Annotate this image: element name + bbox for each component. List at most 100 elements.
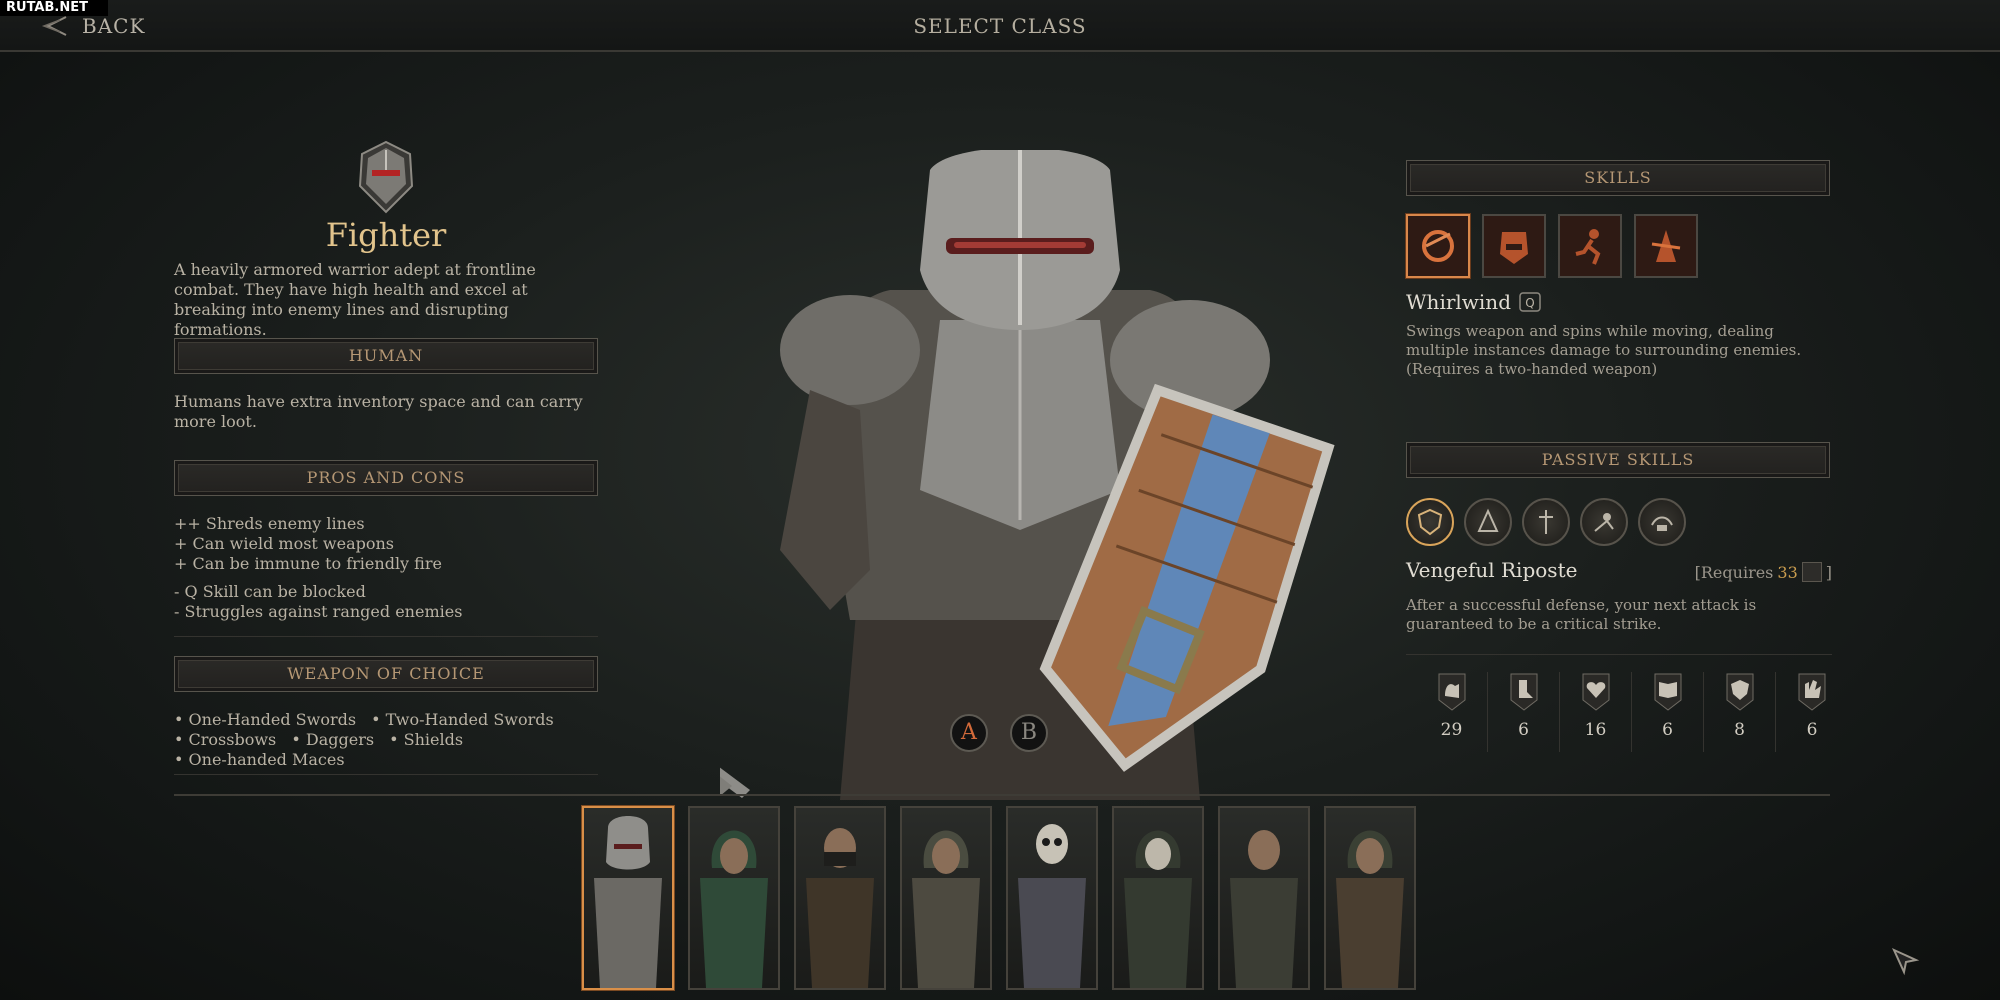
race-description: Humans have extra inventory space and ca… (174, 392, 583, 431)
class-card-fighter[interactable] (582, 806, 674, 990)
barbarian-portrait-icon (1230, 830, 1298, 988)
second-wind-skill-button[interactable] (1634, 214, 1698, 278)
vengeful-riposte-button[interactable] (1406, 498, 1454, 546)
passive-skill-3-button[interactable] (1522, 498, 1570, 546)
passive-skills-heading: PASSIVE SKILLS (1406, 442, 1830, 478)
strength-icon (1438, 673, 1465, 711)
class-name: Fighter (325, 216, 447, 254)
divider (174, 636, 598, 637)
whirlwind-skill-icon (1422, 230, 1454, 262)
stat-knowledge: 6 (1632, 672, 1704, 752)
watermark: RUTAB.NET (0, 0, 108, 16)
weapon-heading: WEAPON OF CHOICE (174, 656, 598, 692)
class-card-bard[interactable] (1324, 806, 1416, 990)
class-card-cleric[interactable] (900, 806, 992, 990)
weapon-list: • One-Handed Swords • Two-Handed Swords … (174, 710, 598, 770)
sword-icon (720, 776, 732, 796)
rogue-portrait-icon (806, 828, 874, 988)
stat-dexterity: 6 (1776, 672, 1848, 752)
pro-item: ++ Shreds enemy lines (174, 514, 365, 533)
passive-description: After a successful defense, your next at… (1406, 596, 1757, 633)
requires-label: [Requires (1694, 562, 1774, 582)
passive-3-icon (1539, 510, 1553, 534)
stat-value: 29 (1440, 720, 1463, 740)
top-bar: BACK SELECT CLASS (0, 0, 2000, 52)
passive-skill-list (1406, 498, 1686, 546)
stat-strength: 29 (1416, 672, 1488, 752)
weapon-item: • Crossbows (174, 730, 277, 749)
con-item: - Struggles against ranged enemies (174, 602, 463, 621)
cleric-portrait-icon (912, 830, 980, 988)
mouse-cursor-icon (1891, 947, 1920, 976)
sprint-skill-button[interactable] (1558, 214, 1622, 278)
skull-hood-portrait-icon (1124, 830, 1192, 988)
dexterity-icon (1798, 673, 1826, 711)
stats-list: 29 6 16 6 8 6 (1416, 672, 1848, 752)
weapon-item: • Two-Handed Swords (371, 710, 554, 729)
requires-value: 33 (1777, 562, 1798, 582)
skill-name-text: Whirlwind (1406, 290, 1511, 314)
passive-2-icon (1477, 508, 1499, 532)
vengeful-riposte-icon (1417, 508, 1443, 536)
skills-heading: SKILLS (1406, 160, 1830, 196)
battle-cry-skill-icon (1500, 232, 1528, 264)
page-title: SELECT CLASS (913, 14, 1087, 38)
class-card-wizard[interactable] (1006, 806, 1098, 990)
b-button[interactable]: B (1010, 714, 1048, 752)
class-card-ranger[interactable] (688, 806, 780, 990)
race-heading: HUMAN (174, 338, 598, 374)
stat-will: 8 (1704, 672, 1776, 752)
divider (1406, 654, 1832, 655)
passive-skill-4-button[interactable] (1580, 498, 1628, 546)
passive-skill-2-button[interactable] (1464, 498, 1512, 546)
stat-value: 8 (1734, 720, 1745, 740)
ranger-portrait-icon (700, 830, 768, 988)
pro-item: + Can wield most weapons (174, 534, 395, 553)
passive-requirement: [Requires 33 ] (1695, 562, 1832, 582)
pros-list: ++ Shreds enemy lines + Can wield most w… (174, 514, 598, 574)
weapon-item: • Shields (389, 730, 464, 749)
skill-description: Swings weapon and spins while moving, de… (1406, 322, 1802, 378)
agility-icon (1510, 673, 1537, 711)
selected-passive-name: Vengeful Riposte (1406, 558, 1578, 582)
bard-portrait-icon (1336, 830, 1404, 988)
weapon-item: • One-handed Maces (174, 750, 345, 769)
weapon-item: • Daggers (291, 730, 375, 749)
second-wind-skill-icon (1651, 230, 1681, 262)
fighter-portrait-icon (594, 816, 662, 988)
svg-text:Q: Q (1525, 296, 1534, 310)
a-button[interactable]: A (950, 714, 988, 752)
divider (174, 774, 598, 775)
class-description: A heavily armored warrior adept at front… (174, 260, 536, 339)
battle-cry-skill-button[interactable] (1482, 214, 1546, 278)
pros-cons-heading: PROS AND CONS (174, 460, 598, 496)
skeleton-portrait-icon (1018, 824, 1086, 988)
class-card-warlock[interactable] (1112, 806, 1204, 990)
knowledge-icon (1654, 673, 1681, 711)
skill-list (1406, 214, 1698, 278)
class-card-barbarian[interactable] (1218, 806, 1310, 990)
will-icon (1726, 673, 1753, 711)
vigor-icon (1582, 673, 1609, 711)
passive-skill-5-button[interactable] (1638, 498, 1686, 546)
class-selector-divider (174, 794, 1830, 796)
stat-value: 6 (1662, 720, 1673, 740)
character-model (720, 150, 1335, 800)
q-key-icon: Q (1519, 292, 1541, 312)
pro-item: + Can be immune to friendly fire (174, 554, 442, 573)
whirlwind-skill-button[interactable] (1406, 214, 1470, 278)
fighter-helmet-icon (358, 140, 414, 214)
stat-agility: 6 (1488, 672, 1560, 752)
cons-list: - Q Skill can be blocked - Struggles aga… (174, 582, 598, 622)
passive-4-icon (1594, 513, 1614, 532)
selected-skill-name: Whirlwind Q (1406, 290, 1543, 314)
con-item: - Q Skill can be blocked (174, 582, 366, 601)
stat-value: 16 (1584, 720, 1607, 740)
stat-value: 6 (1806, 720, 1818, 740)
weapon-item: • One-Handed Swords (174, 710, 357, 729)
requires-close: ] (1825, 562, 1832, 582)
stat-vigor: 16 (1560, 672, 1632, 752)
requirement-stat-icon (1801, 562, 1822, 582)
class-card-rogue[interactable] (794, 806, 886, 990)
sprint-skill-icon (1575, 229, 1601, 265)
